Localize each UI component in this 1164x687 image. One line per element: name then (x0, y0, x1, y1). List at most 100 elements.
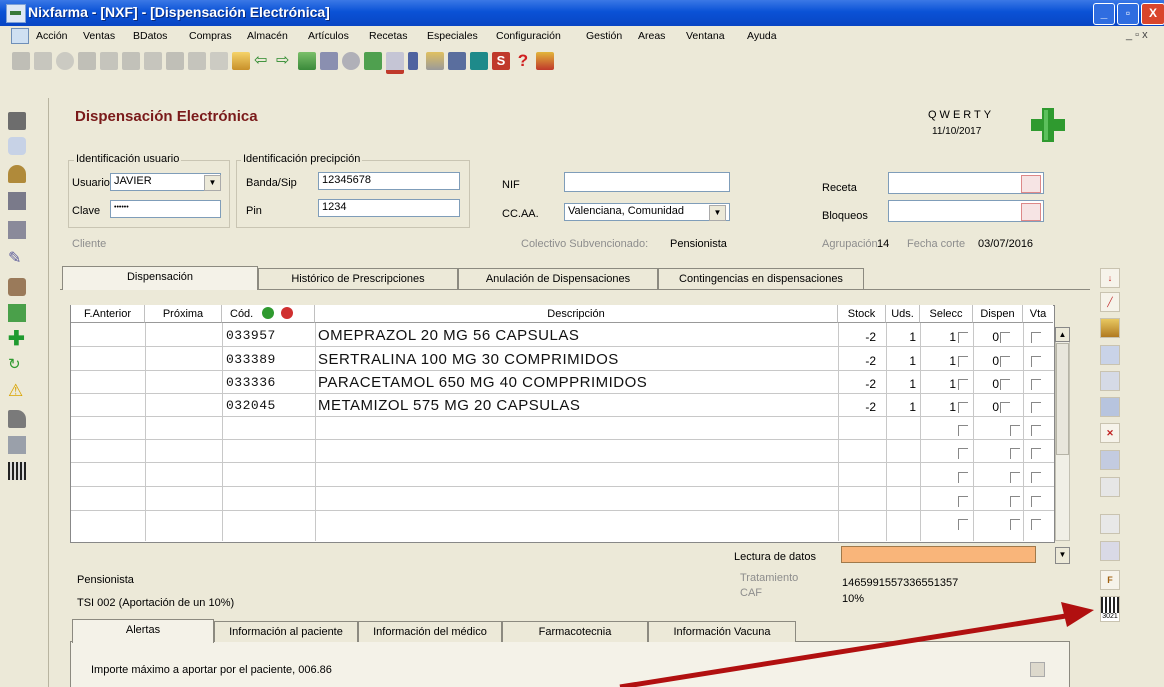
sidebar-pill-icon[interactable] (8, 137, 26, 155)
col-dispen[interactable]: Dispen (973, 305, 1023, 323)
selecc-checkbox[interactable] (958, 379, 968, 390)
help-icon[interactable]: ? (514, 52, 532, 70)
toolbar-star-icon[interactable] (210, 52, 228, 70)
menu-bdatos[interactable]: BDatos (133, 30, 167, 42)
dispen-checkbox[interactable] (1010, 425, 1020, 436)
rsb-print-icon[interactable] (1100, 345, 1120, 365)
sidebar-list-icon[interactable] (8, 192, 26, 210)
dispen-checkbox[interactable] (1010, 496, 1020, 507)
nif-input[interactable] (564, 172, 730, 192)
col-selecc[interactable]: Selecc (920, 305, 973, 323)
toolbar-table-icon[interactable] (122, 52, 140, 70)
maximize-button[interactable]: ▫ (1117, 3, 1139, 25)
sidebar-truck-icon[interactable] (8, 221, 26, 239)
sidebar-warning-icon[interactable]: ⚠ (8, 382, 26, 400)
toolbar-open-icon[interactable] (232, 52, 250, 70)
tab-info-paciente[interactable]: Información al paciente (214, 621, 358, 642)
sidebar-pen-icon[interactable]: ✎ (8, 250, 26, 268)
col-uds[interactable]: Uds. (886, 305, 920, 323)
rsb-sort-icon[interactable]: ↓ (1100, 268, 1120, 288)
refresh-red-icon[interactable] (281, 307, 294, 319)
col-vta[interactable]: Vta (1023, 305, 1053, 323)
vta-checkbox[interactable] (1031, 379, 1041, 390)
rsb-person-icon[interactable] (1100, 541, 1120, 561)
sidebar-barcode-icon[interactable] (8, 462, 26, 480)
toolbar-export-icon[interactable] (298, 52, 316, 70)
menu-areas[interactable]: Areas (638, 30, 665, 42)
menu-almacen[interactable]: Almacén (247, 30, 288, 42)
document-icon[interactable] (11, 28, 29, 44)
refresh-green-icon[interactable] (262, 307, 275, 319)
rsb-blank-icon[interactable] (1100, 477, 1120, 497)
vta-checkbox[interactable] (1031, 496, 1041, 507)
vta-checkbox[interactable] (1031, 519, 1041, 530)
toolbar-globe-icon[interactable] (56, 52, 74, 70)
selecc-checkbox[interactable] (958, 332, 968, 343)
sidebar-printer-icon[interactable] (8, 112, 26, 130)
selecc-checkbox[interactable] (958, 472, 968, 483)
menu-accion[interactable]: Acción (36, 30, 68, 42)
dispen-checkbox[interactable] (1010, 448, 1020, 459)
sidebar-refresh-icon[interactable]: ↻ (8, 356, 26, 374)
tab-dispensacion[interactable]: Dispensación (62, 266, 258, 290)
rsb-doc-icon[interactable] (1100, 371, 1120, 391)
selecc-checkbox[interactable] (958, 356, 968, 367)
col-descripcion[interactable]: Descripción (315, 305, 838, 323)
col-stock[interactable]: Stock (838, 305, 886, 323)
minimize-button[interactable]: _ (1093, 3, 1115, 25)
selecc-checkbox[interactable] (958, 519, 968, 530)
alert-expand-button[interactable] (1030, 662, 1045, 677)
toolbar-printer-icon[interactable] (320, 52, 338, 70)
col-codigo[interactable]: Cód. (222, 305, 315, 323)
close-button[interactable]: X (1141, 3, 1164, 25)
menu-especiales[interactable]: Especiales (427, 30, 478, 42)
rsb-list-icon[interactable] (1100, 450, 1120, 470)
selecc-checkbox[interactable] (958, 402, 968, 413)
scroll-down-button[interactable]: ▼ (1055, 547, 1070, 564)
col-proxima[interactable]: Próxima (145, 305, 222, 323)
toolbar-book-icon[interactable] (408, 52, 418, 70)
toolbar-cart-icon[interactable] (448, 52, 466, 70)
menu-gestion[interactable]: Gestión (586, 30, 622, 42)
sidebar-network-icon[interactable] (8, 436, 26, 454)
ccaa-dropdown-button[interactable]: ▼ (709, 205, 726, 221)
tab-anulacion[interactable]: Anulación de Dispensaciones (458, 268, 658, 289)
menu-configuracion[interactable]: Configuración (496, 30, 561, 42)
receta-edit-icon[interactable] (1021, 175, 1041, 193)
rsb-chart-icon[interactable]: ╱ (1100, 292, 1120, 312)
pin-input[interactable]: 1234 (318, 199, 460, 217)
toolbar-s-icon[interactable]: S (492, 52, 510, 70)
rsb-folder-icon[interactable] (1100, 318, 1120, 338)
menu-articulos[interactable]: Artículos (308, 30, 349, 42)
vta-checkbox[interactable] (1031, 472, 1041, 483)
rsb-delete-icon[interactable]: ✕ (1100, 423, 1120, 443)
tab-historico[interactable]: Histórico de Prescripciones (258, 268, 458, 289)
menu-ventas[interactable]: Ventas (83, 30, 115, 42)
toolbar-stack-icon[interactable] (188, 52, 206, 70)
banda-input[interactable]: 12345678 (318, 172, 460, 190)
toolbar-edit-icon[interactable] (34, 52, 52, 70)
toolbar-list-icon[interactable] (166, 52, 184, 70)
selecc-checkbox[interactable] (958, 425, 968, 436)
selecc-checkbox[interactable] (958, 496, 968, 507)
toolbar-copy-icon[interactable] (144, 52, 162, 70)
dispen-checkbox[interactable] (1010, 519, 1020, 530)
sidebar-person-icon[interactable] (8, 165, 26, 183)
dispen-checkbox[interactable] (1000, 332, 1010, 343)
scroll-up-button[interactable]: ▲ (1055, 327, 1070, 342)
dispen-checkbox[interactable] (1000, 402, 1010, 413)
vta-checkbox[interactable] (1031, 425, 1041, 436)
rsb-f-icon[interactable]: F (1100, 570, 1120, 590)
scrollbar-thumb[interactable] (1056, 343, 1069, 455)
menu-recetas[interactable]: Recetas (369, 30, 408, 42)
toolbar-doc-icon[interactable] (426, 52, 444, 70)
rsb-window-icon[interactable] (1100, 397, 1120, 417)
toolbar-forward-icon[interactable]: ⇨ (276, 52, 294, 70)
toolbar-grid-icon[interactable] (12, 52, 30, 70)
bloqueos-edit-icon[interactable] (1021, 203, 1041, 221)
clave-input[interactable]: •••••• (110, 200, 221, 218)
tab-info-medico[interactable]: Información del médico (358, 621, 502, 642)
ccaa-select[interactable]: Valenciana, Comunidad (564, 203, 730, 221)
menu-compras[interactable]: Compras (189, 30, 232, 42)
sidebar-user-icon[interactable] (8, 410, 26, 428)
